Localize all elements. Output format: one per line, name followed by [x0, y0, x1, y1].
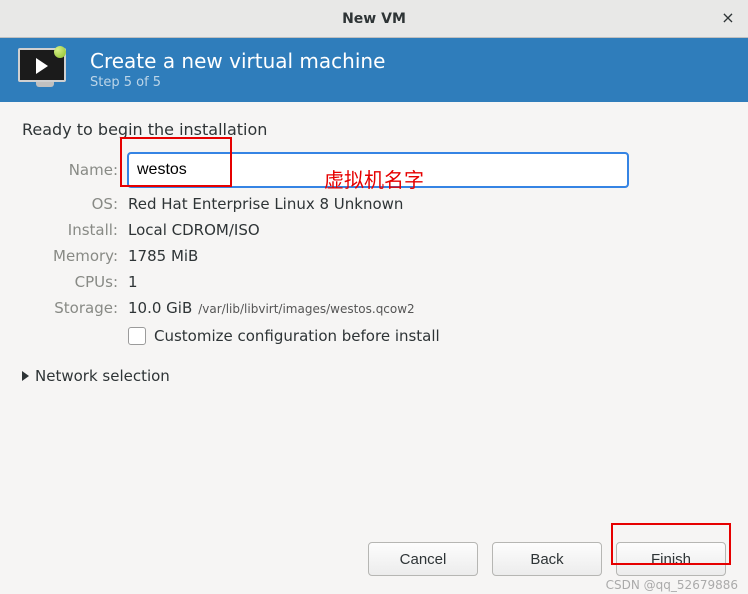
window-title: New VM [342, 11, 406, 27]
name-label: Name: [22, 161, 118, 179]
vm-monitor-icon [18, 48, 72, 90]
cpus-label: CPUs: [22, 273, 118, 291]
network-selection-expander[interactable]: Network selection [22, 367, 726, 385]
name-input[interactable] [128, 153, 628, 187]
watermark-text: CSDN @qq_52679886 [606, 578, 738, 592]
storage-label: Storage: [22, 299, 118, 317]
titlebar: New VM × [0, 0, 748, 38]
memory-label: Memory: [22, 247, 118, 265]
storage-value: 10.0 GiB /var/lib/libvirt/images/westos.… [128, 299, 726, 317]
os-value: Red Hat Enterprise Linux 8 Unknown [128, 195, 726, 213]
ready-text: Ready to begin the installation [22, 120, 726, 139]
storage-size: 10.0 GiB [128, 299, 192, 317]
install-label: Install: [22, 221, 118, 239]
summary-grid: Name: OS: Red Hat Enterprise Linux 8 Unk… [22, 153, 726, 345]
cancel-button[interactable]: Cancel [368, 542, 478, 576]
close-icon[interactable]: × [718, 8, 738, 28]
storage-path: /var/lib/libvirt/images/westos.qcow2 [198, 302, 414, 316]
back-button[interactable]: Back [492, 542, 602, 576]
install-value: Local CDROM/ISO [128, 221, 726, 239]
finish-button[interactable]: Finish [616, 542, 726, 576]
header-title: Create a new virtual machine [90, 49, 385, 73]
memory-value: 1785 MiB [128, 247, 726, 265]
button-bar: Cancel Back Finish [368, 542, 726, 576]
wizard-header: Create a new virtual machine Step 5 of 5 [0, 38, 748, 102]
content-area: Ready to begin the installation Name: OS… [0, 102, 748, 395]
header-step: Step 5 of 5 [90, 75, 385, 90]
customize-label: Customize configuration before install [154, 327, 440, 345]
customize-checkbox[interactable] [128, 327, 146, 345]
network-selection-label: Network selection [35, 367, 170, 385]
os-label: OS: [22, 195, 118, 213]
chevron-right-icon [22, 371, 29, 381]
cpus-value: 1 [128, 273, 726, 291]
